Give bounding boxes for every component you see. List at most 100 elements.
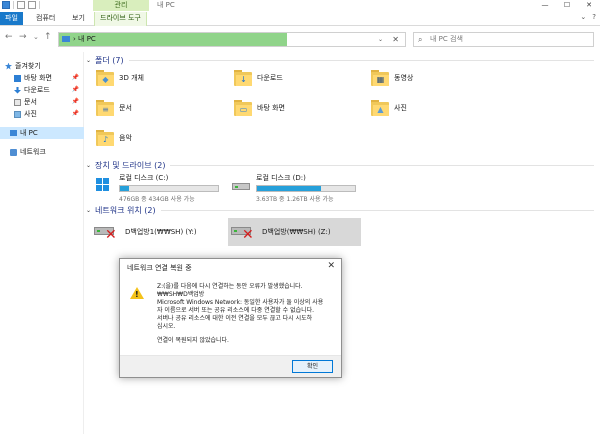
folder-item[interactable]: ▭ 바탕 화면 — [234, 100, 285, 116]
sidebar-item-downloads[interactable]: 다운로드 📌 — [0, 84, 84, 96]
sidebar-item-quick-access[interactable]: 즐겨찾기 — [0, 60, 84, 72]
section-header-devices[interactable]: ⌄ 장치 및 드라이브 (2) — [86, 159, 600, 171]
desktop-icon — [14, 74, 21, 82]
sidebar-item-label: 바탕 화면 — [24, 74, 52, 82]
up-button[interactable]: ↑ — [44, 32, 52, 42]
toolbar-divider — [39, 1, 40, 9]
network-drive-z[interactable]: ✕ D백업방(₩₩SH) (Z:) — [228, 218, 361, 246]
search-input[interactable]: ⌕ 내 PC 검색 — [413, 32, 594, 47]
ribbon-tabs: 파일 컴퓨터 보기 드라이브 도구 ⌄ ? — [0, 11, 600, 26]
folder-downloads-icon: ↓ — [234, 70, 252, 86]
disconnected-network-drive-icon: ✕ — [94, 222, 120, 242]
document-icon — [14, 98, 21, 106]
address-bar[interactable]: › 내 PC ⌄ ✕ — [58, 32, 406, 47]
tab-file[interactable]: 파일 — [0, 12, 23, 25]
message-line: 서버나 공유 리소스에 대한 이전 연결을 모두 끊고 다시 시도하 — [157, 315, 313, 322]
network-drive-y[interactable]: ✕ D백업방1(₩₩SH) (Y:) — [91, 218, 221, 246]
ribbon-controls: ⌄ ? — [580, 13, 596, 21]
chevron-down-icon[interactable]: ⌄ — [86, 57, 92, 64]
sidebar-item-label: 네트워크 — [20, 148, 46, 156]
tab-view[interactable]: 보기 — [67, 12, 90, 25]
pc-icon — [62, 36, 70, 42]
sidebar-item-this-pc[interactable]: 내 PC — [0, 127, 84, 139]
toolbar-divider — [13, 1, 14, 9]
folder-label: 바탕 화면 — [257, 104, 285, 112]
dialog-message: Z:(을)를 다음에 다시 연결하는 동안 오류가 발생했습니다. ₩₩SH₩D… — [157, 283, 337, 345]
warning-mark: ! — [135, 290, 139, 299]
window-title: 내 PC — [157, 1, 175, 9]
folder-item[interactable]: ♪ 음악 — [96, 130, 132, 146]
pin-icon[interactable]: 📌 — [72, 108, 79, 120]
context-tab-manage[interactable]: 관리 — [93, 0, 149, 11]
folder-music-icon: ♪ — [96, 130, 114, 146]
drive-usage-fill — [257, 186, 321, 191]
window-controls: — ☐ ✕ — [534, 0, 600, 11]
download-icon — [14, 86, 21, 94]
sidebar-item-label: 즐겨찾기 — [15, 62, 41, 70]
windows-drive-icon — [94, 178, 114, 194]
chevron-down-icon[interactable]: ⌄ — [86, 162, 92, 169]
folder-item[interactable]: ↓ 다운로드 — [234, 70, 283, 86]
tab-computer[interactable]: 컴퓨터 — [31, 12, 60, 25]
sidebar-item-documents[interactable]: 문서 📌 — [0, 96, 84, 108]
pin-icon[interactable]: 📌 — [72, 96, 79, 108]
search-placeholder: 내 PC 검색 — [430, 35, 463, 43]
section-header-network[interactable]: ⌄ 네트워크 위치 (2) — [86, 204, 600, 216]
folder-item[interactable]: ▦ 동영상 — [371, 70, 413, 86]
dialog-title-bar[interactable]: 네트워크 연결 복원 중 ✕ — [120, 259, 341, 276]
folder-item[interactable]: ≡ 문서 — [96, 100, 132, 116]
message-line: ₩₩SH₩D백업방 — [157, 291, 205, 298]
pin-icon[interactable]: 📌 — [72, 72, 79, 84]
back-button[interactable]: ← — [5, 32, 13, 42]
sidebar-item-desktop[interactable]: 바탕 화면 📌 — [0, 72, 84, 84]
close-button[interactable]: ✕ — [578, 0, 600, 11]
search-icon: ⌕ — [418, 35, 423, 44]
drive-item-c[interactable]: 로컬 디스크 (C:) 476GB 중 434GB 사용 가능 — [94, 173, 219, 203]
folder-label: 동영상 — [394, 74, 414, 82]
sidebar-item-label: 내 PC — [20, 129, 38, 137]
stop-loading-button[interactable]: ✕ — [392, 33, 399, 46]
drive-label: 로컬 디스크 (D:) — [256, 174, 306, 182]
minimize-button[interactable]: — — [534, 0, 556, 11]
maximize-button[interactable]: ☐ — [556, 0, 578, 11]
drive-item-d[interactable]: 로컬 디스크 (D:) 3.63TB 중 1.26TB 사용 가능 — [231, 173, 356, 203]
recent-locations-button[interactable]: ⌄ — [33, 33, 39, 41]
expand-ribbon-icon[interactable]: ⌄ — [580, 13, 586, 21]
ok-button[interactable]: 확인 — [292, 360, 333, 373]
section-divider — [170, 164, 594, 166]
tab-drive-tools[interactable]: 드라이브 도구 — [94, 12, 147, 26]
section-header-folders[interactable]: ⌄ 폴더 (7) — [86, 54, 600, 66]
drive-usage-bar — [256, 185, 356, 192]
sidebar-item-network[interactable]: 네트워크 — [0, 146, 84, 158]
sidebar-item-label: 문서 — [24, 98, 37, 106]
folder-label: 3D 개체 — [119, 74, 144, 82]
address-row: ← → ⌄ ↑ › 내 PC ⌄ ✕ ⌕ 내 PC 검색 — [0, 27, 600, 51]
sidebar-item-pictures[interactable]: 사진 📌 — [0, 108, 84, 120]
quick-access-toolbar — [2, 1, 40, 9]
drive-label: 로컬 디스크 (C:) — [119, 174, 169, 182]
forward-button[interactable]: → — [19, 32, 27, 42]
drive-free-space: 3.63TB 중 1.26TB 사용 가능 — [256, 196, 334, 203]
pin-icon[interactable]: 📌 — [72, 84, 79, 96]
section-title: 장치 및 드라이브 (2) — [95, 160, 166, 170]
new-folder-icon[interactable] — [28, 1, 36, 9]
folder-item[interactable]: ◆ 3D 개체 — [96, 70, 144, 86]
help-icon[interactable]: ? — [592, 13, 596, 21]
folder-item[interactable]: ▲ 사진 — [371, 100, 407, 116]
folder-3d-objects-icon: ◆ — [96, 70, 114, 86]
folder-desktop-icon: ▭ — [234, 100, 252, 116]
message-line: Z:(을)를 다음에 다시 연결하는 동안 오류가 발생했습니다. — [157, 283, 303, 290]
dialog-close-button[interactable]: ✕ — [327, 261, 335, 271]
network-drive-label: D백업방1(₩₩SH) (Y:) — [125, 228, 197, 236]
drive-usage-fill — [120, 186, 129, 191]
title-bar: 관리 내 PC — ☐ ✕ — [0, 0, 600, 11]
navigation-pane: 즐겨찾기 바탕 화면 📌 다운로드 📌 문서 📌 사진 📌 내 PC 네트워크 — [0, 52, 84, 434]
sidebar-item-label: 다운로드 — [24, 86, 50, 94]
chevron-down-icon[interactable]: ⌄ — [86, 207, 92, 214]
address-dropdown-icon[interactable]: ⌄ — [378, 33, 383, 46]
message-line: 연결이 복원되지 않았습니다. — [157, 337, 229, 344]
disconnected-network-drive-icon: ✕ — [231, 222, 257, 242]
star-icon — [5, 62, 12, 70]
breadcrumb[interactable]: › 내 PC — [73, 33, 96, 46]
properties-icon[interactable] — [17, 1, 25, 9]
